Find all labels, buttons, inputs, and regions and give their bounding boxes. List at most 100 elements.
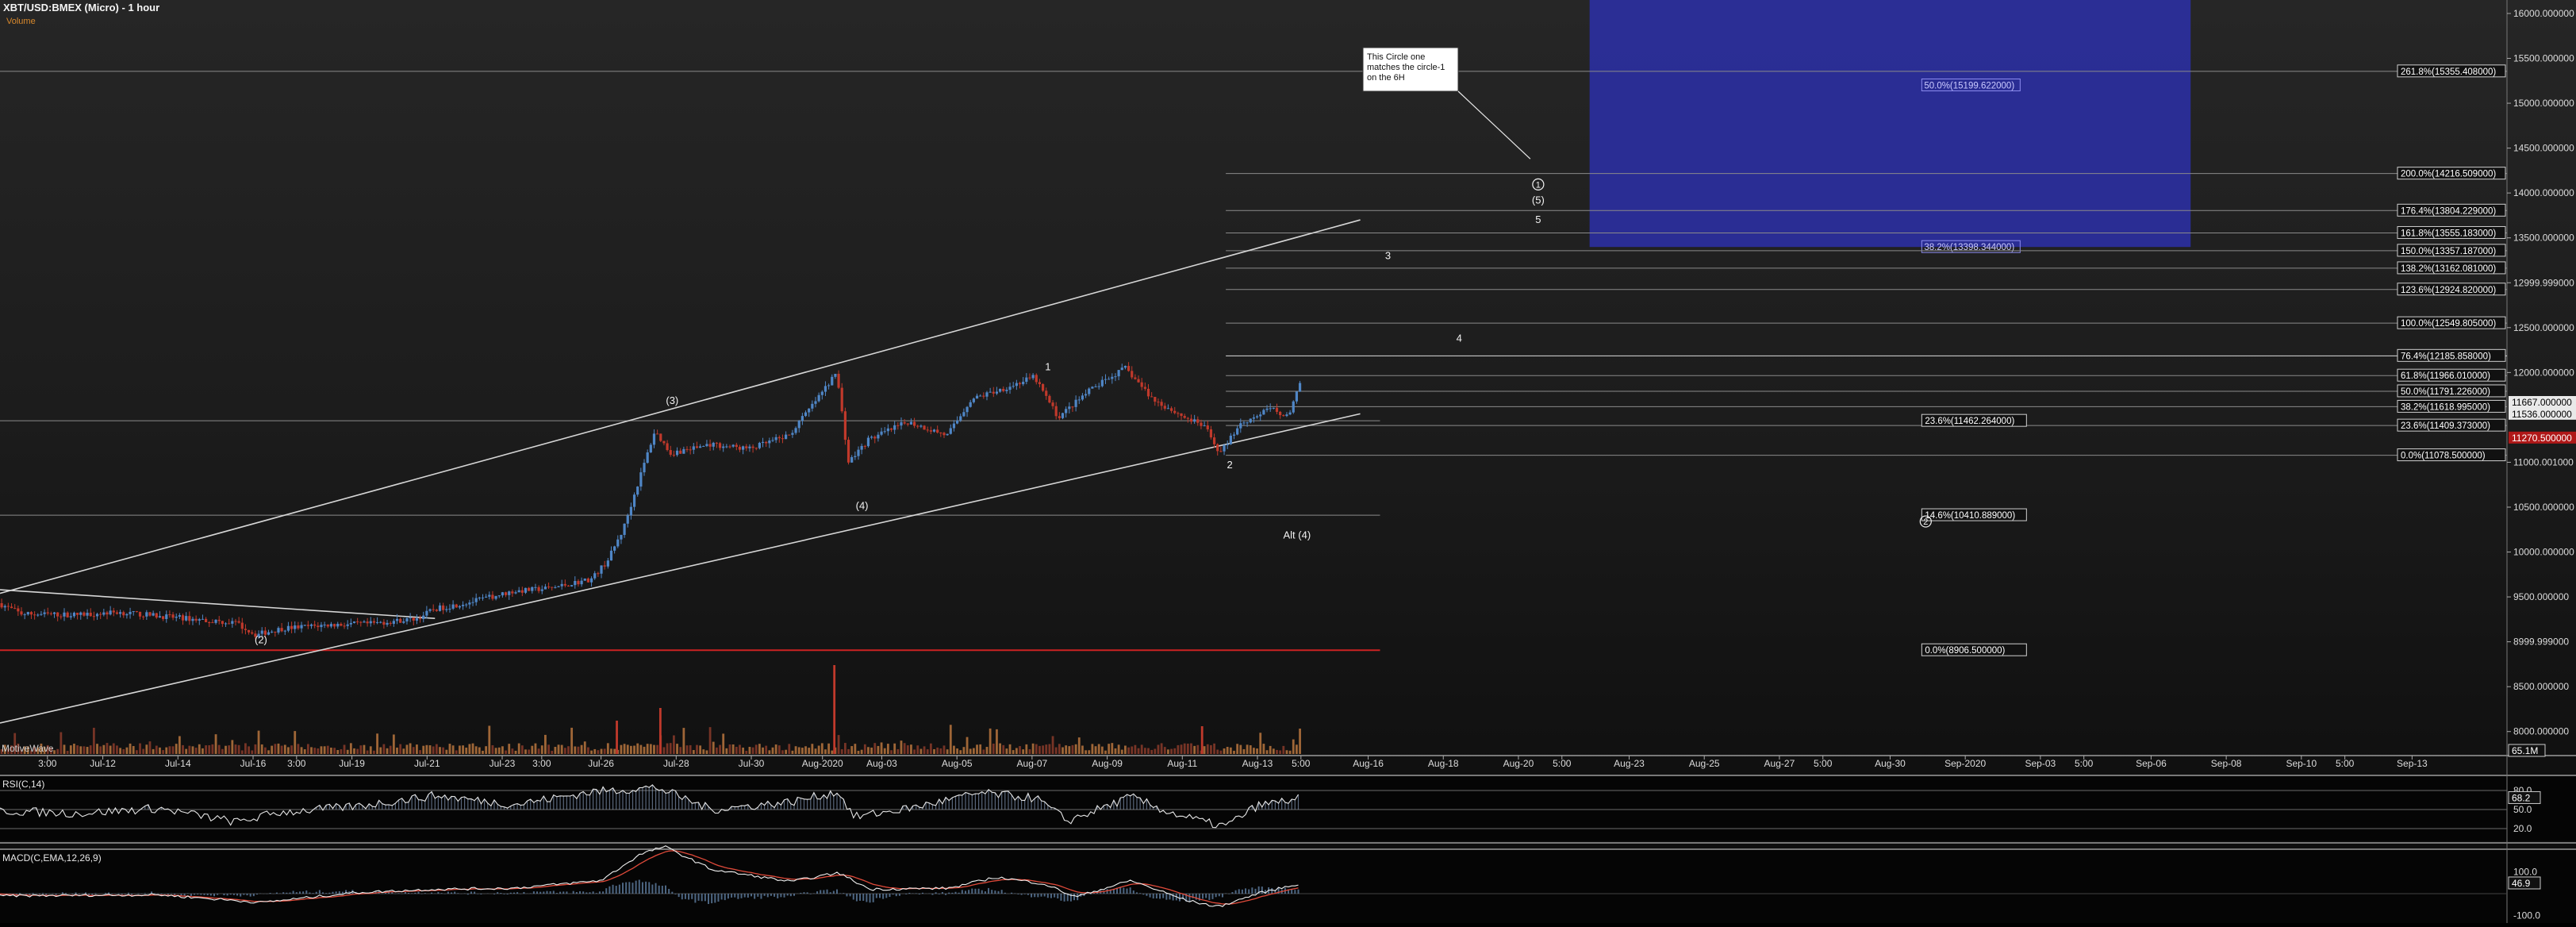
volume-spike — [658, 708, 662, 754]
candle-body — [3, 606, 6, 608]
candle-body — [208, 621, 211, 623]
x-axis-tick-label: Sep-13 — [2397, 758, 2428, 769]
volume-bar — [221, 748, 224, 754]
candle-body — [379, 621, 382, 623]
volume-bar — [939, 748, 942, 754]
candle-body — [428, 609, 432, 611]
volume-bar — [491, 745, 494, 754]
candle-body — [1071, 406, 1074, 408]
volume-bar — [1183, 743, 1186, 754]
candle-body — [194, 618, 198, 621]
fib-level-label: 38.2%(13398.344000) — [1924, 243, 2014, 252]
volume-bar — [280, 745, 283, 754]
volume-bar — [294, 731, 297, 754]
candle-body — [95, 614, 99, 617]
volume-bar — [962, 747, 966, 754]
volume-bar — [547, 744, 550, 754]
volume-bar — [405, 744, 409, 754]
volume-bar — [551, 750, 554, 754]
volume-bar — [903, 743, 906, 754]
candle-body — [820, 391, 823, 395]
x-axis-tick-label: Sep-08 — [2211, 758, 2242, 769]
candle-body — [294, 625, 297, 629]
candle-body — [949, 428, 952, 434]
candle-body — [768, 440, 771, 444]
candle-body — [597, 573, 600, 575]
candle-body — [106, 612, 109, 615]
volume-bar — [969, 748, 972, 754]
candle-body — [731, 444, 735, 447]
volume-bar — [1196, 744, 1200, 754]
candle-body — [543, 587, 547, 590]
chart-canvas[interactable]: 261.8%(15355.408000) 50.0%(15199.622000) 2… — [0, 0, 2576, 923]
candle-body — [1298, 383, 1302, 392]
candle-body — [699, 446, 702, 448]
x-axis-tick-label: Sep-2020 — [1944, 758, 1986, 769]
candle-body — [866, 437, 870, 447]
candle-body — [297, 625, 300, 629]
volume-bar — [1203, 746, 1206, 754]
trend-line — [0, 413, 1361, 724]
candle-body — [1212, 437, 1216, 444]
trading-chart[interactable]: 261.8%(15355.408000) 50.0%(15199.622000) 2… — [0, 0, 2576, 923]
volume-bar — [708, 727, 712, 754]
candle-body — [1223, 444, 1226, 452]
volume-bar — [679, 747, 682, 754]
volume-bar — [781, 750, 784, 754]
candle-body — [36, 614, 40, 616]
candle-body — [537, 587, 540, 591]
candle-body — [188, 616, 191, 621]
candle-body — [451, 604, 455, 609]
candle-body — [675, 450, 679, 456]
candle-body — [363, 621, 366, 623]
candle-body — [913, 421, 916, 426]
fib-level-label: 23.6%(11409.373000) — [2401, 421, 2490, 431]
volume-bar — [702, 749, 705, 754]
volume-bar — [653, 744, 655, 754]
candle-body — [418, 618, 422, 620]
volume-bar — [639, 744, 643, 754]
y-axis-tick-label: 15500.000000 — [2513, 53, 2574, 64]
candle-body — [405, 617, 409, 621]
volume-bar — [92, 727, 95, 754]
candle-body — [847, 440, 850, 463]
candle-body — [1002, 388, 1005, 391]
motivewave-badge: MotiveWave — [2, 743, 54, 754]
volume-bar — [1104, 750, 1107, 754]
volume-bar — [1259, 733, 1262, 754]
candle-body — [317, 625, 320, 628]
volume-bar — [725, 748, 728, 754]
y-axis-tick-label: 14000.000000 — [2513, 187, 2574, 198]
price-tag-label: 11667.000000 — [2512, 397, 2572, 408]
volume-bar — [800, 748, 804, 754]
volume-bar — [69, 745, 72, 754]
candle-body — [320, 625, 323, 628]
candle-body — [369, 621, 372, 624]
candle-body — [985, 392, 989, 397]
volume-bar — [919, 748, 923, 754]
volume-bar — [389, 745, 392, 754]
volume-bar — [1100, 746, 1104, 754]
candle-body — [283, 630, 286, 632]
candle-body — [636, 487, 639, 495]
volume-bar — [999, 743, 1001, 754]
candle-body — [586, 578, 590, 583]
volume-bar — [554, 747, 557, 754]
volume-bar — [794, 746, 797, 754]
volume-bar — [155, 745, 158, 754]
volume-bar — [399, 744, 402, 754]
trend-line — [0, 219, 1361, 594]
volume-value-label: 65.1M — [2512, 745, 2538, 756]
volume-bar — [297, 744, 300, 754]
volume-bar — [254, 744, 257, 754]
candle-body — [1051, 402, 1054, 406]
candle-body — [1154, 397, 1157, 402]
candle-body — [955, 420, 959, 424]
volume-bar — [251, 750, 254, 754]
volume-bar — [300, 747, 303, 754]
volume-bar — [205, 745, 207, 754]
candle-body — [919, 425, 923, 427]
candle-body — [936, 429, 939, 433]
x-axis-tick-label: Aug-03 — [866, 758, 897, 769]
candle-body — [425, 610, 428, 616]
